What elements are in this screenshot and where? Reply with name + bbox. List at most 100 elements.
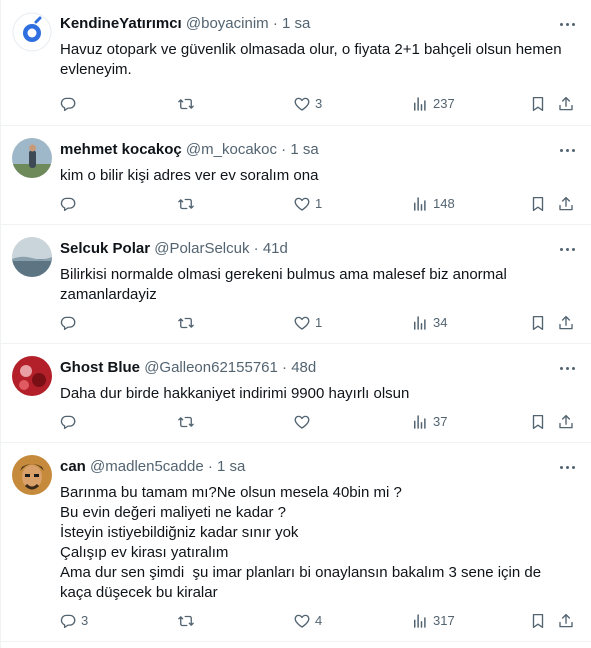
retweet-button[interactable] [177,94,199,114]
tweet-text-line: kim o bilir kişi adres ver ev soralım on… [60,167,319,184]
views-button[interactable]: 34 [411,313,447,333]
bookmark-icon [529,314,547,332]
user-handle[interactable]: @madlen5cadde [90,458,204,475]
retweet-icon [177,95,195,113]
avatar[interactable] [12,356,52,396]
like-button[interactable]: 3 [293,94,322,114]
like-icon [293,413,311,431]
share-button[interactable] [557,412,575,432]
action-bar: 3 237 [59,94,589,114]
tweet-text-line: Havuz otopark ve güvenlik olmasada olur,… [60,41,562,58]
retweet-icon [177,195,195,213]
display-name[interactable]: KendineYatırımcı [60,15,182,32]
timestamp[interactable]: 48d [291,359,316,376]
bookmark-button[interactable] [529,412,547,432]
bookmark-icon [529,612,547,630]
bookmark-icon [529,95,547,113]
like-icon [293,195,311,213]
tweet[interactable]: can @madlen5cadde · 1 sa Barınma bu tama… [1,443,591,642]
like-button[interactable] [293,412,315,432]
tweet-header: can @madlen5cadde · 1 sa [60,457,245,477]
views-button[interactable]: 317 [411,611,455,631]
reply-icon [59,195,77,213]
retweet-button[interactable] [177,194,199,214]
separator: · [253,240,259,257]
avatar[interactable] [12,455,52,495]
display-name[interactable]: can [60,458,86,475]
display-name[interactable]: mehmet kocakoç [60,141,182,158]
tweet-text-line: Bilirkisi normalde olmasi gerekeni bulmu… [60,266,507,283]
retweet-icon [177,314,195,332]
bookmark-button[interactable] [529,94,547,114]
retweet-icon [177,413,195,431]
reply-button[interactable] [59,94,81,114]
tweet-text-line: İsteyin istiyebildiğniz kadar sınır yok [60,524,299,541]
user-handle[interactable]: @m_kocakoc [186,141,277,158]
action-bar: 1 34 [59,313,589,333]
reply-button[interactable]: 3 [59,611,88,631]
views-button[interactable]: 148 [411,194,455,214]
reply-button[interactable] [59,194,81,214]
views-button[interactable]: 37 [411,412,447,432]
more-icon[interactable] [557,16,577,32]
reply-icon [59,413,77,431]
share-button[interactable] [557,194,575,214]
like-icon [293,95,311,113]
views-count: 37 [433,414,448,429]
tweet-text-line: evleneyim. [60,61,132,78]
tweet[interactable]: mehmet kocakoç @m_kocakoc · 1 sa kim o b… [1,126,591,225]
views-count: 34 [433,315,448,330]
share-icon [557,95,575,113]
action-bar: 1 148 [59,194,589,214]
reply-feed: KendineYatırımcı @boyacinim · 1 sa Havuz… [0,0,591,648]
more-icon[interactable] [557,459,577,475]
display-name[interactable]: Ghost Blue [60,359,140,376]
share-button[interactable] [557,94,575,114]
share-button[interactable] [557,611,575,631]
timestamp[interactable]: 41d [263,240,288,257]
more-icon[interactable] [557,142,577,158]
tweet[interactable]: KendineYatırımcı @boyacinim · 1 sa Havuz… [1,0,591,126]
retweet-button[interactable] [177,313,199,333]
views-button[interactable]: 237 [411,94,455,114]
reply-button[interactable] [59,313,81,333]
share-button[interactable] [557,313,575,333]
user-handle[interactable]: @boyacinim [186,15,269,32]
bookmark-icon [529,195,547,213]
display-name[interactable]: Selcuk Polar [60,240,150,257]
avatar[interactable] [12,237,52,277]
tweet[interactable]: Ghost Blue @Galleon62155761 · 48d Daha d… [1,344,591,443]
reply-icon [59,95,77,113]
retweet-button[interactable] [177,412,199,432]
more-icon[interactable] [557,241,577,257]
reply-button[interactable] [59,412,81,432]
like-count: 1 [315,315,323,330]
user-handle[interactable]: @Galleon62155761 [144,359,278,376]
user-handle[interactable]: @PolarSelcuk [154,240,249,257]
timestamp[interactable]: 1 sa [282,15,310,32]
bookmark-button[interactable] [529,194,547,214]
like-button[interactable]: 1 [293,194,322,214]
tweet-text: kim o bilir kişi adres ver ev soralım on… [60,166,560,186]
share-icon [557,413,575,431]
tweet-header: Ghost Blue @Galleon62155761 · 48d [60,358,316,378]
retweet-button[interactable] [177,611,199,631]
views-icon [411,314,429,332]
like-button[interactable]: 4 [293,611,322,631]
separator: · [281,141,287,158]
timestamp[interactable]: 1 sa [290,141,318,158]
more-icon[interactable] [557,360,577,376]
tweet[interactable]: Selcuk Polar @PolarSelcuk · 41d Bilirkis… [1,225,591,344]
timestamp[interactable]: 1 sa [217,458,245,475]
bookmark-icon [529,413,547,431]
avatar[interactable] [12,138,52,178]
retweet-icon [177,612,195,630]
like-icon [293,314,311,332]
avatar[interactable] [12,12,52,52]
separator: · [207,458,213,475]
like-button[interactable]: 1 [293,313,322,333]
bookmark-button[interactable] [529,313,547,333]
views-count: 317 [433,613,455,628]
tweet-text: Barınma bu tamam mı?Ne olsun mesela 40bi… [60,483,560,603]
bookmark-button[interactable] [529,611,547,631]
